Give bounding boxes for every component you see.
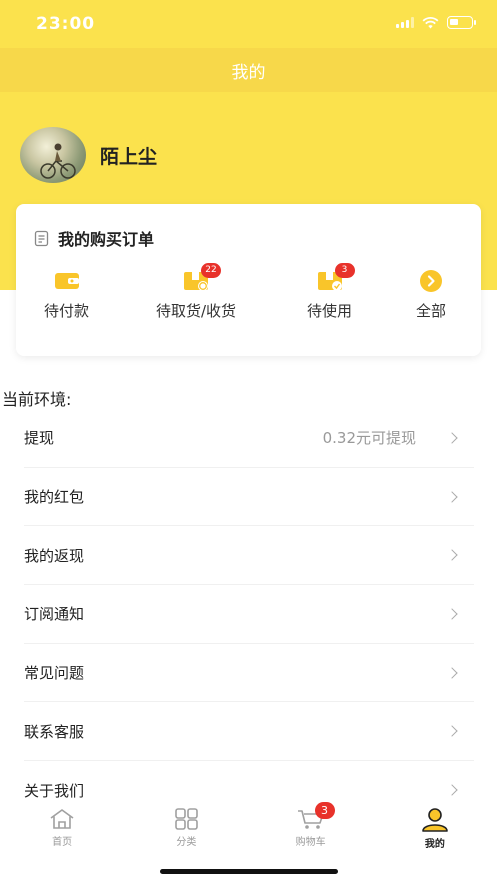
profile-header[interactable]: 陌上尘 (20, 127, 157, 183)
settings-menu: 提现 0.32元可提现 我的红包 我的返现 订阅通知 常见问题 联系客服 关于我… (24, 409, 474, 820)
battery-icon (447, 16, 476, 29)
menu-item-faq[interactable]: 常见问题 (24, 644, 474, 703)
orders-card: 我的购买订单 待付款 22 待取货/收货 3 待使用 全部 (16, 204, 481, 356)
order-pending-use-label: 待使用 (307, 302, 353, 320)
order-pending-payment[interactable]: 待付款 (44, 270, 89, 321)
pickup-count-badge: 22 (201, 263, 222, 278)
chevron-right-icon (446, 666, 458, 679)
menu-item-subscriptions[interactable]: 订阅通知 (24, 585, 474, 644)
tab-home[interactable]: 首页 (0, 804, 124, 856)
chevron-right-icon (446, 490, 458, 503)
menu-item-label: 关于我们 (24, 781, 85, 800)
signal-icon (396, 17, 414, 28)
tab-categories[interactable]: 分类 (124, 804, 248, 856)
nav-bar: 我的 (0, 48, 497, 92)
menu-item-label: 联系客服 (24, 722, 85, 741)
home-indicator (160, 869, 338, 874)
tab-bar: 首页 分类 3 购物车 我的 (0, 802, 497, 856)
wifi-icon (422, 16, 439, 28)
menu-item-label: 我的红包 (24, 488, 85, 507)
chevron-right-icon (446, 784, 458, 797)
tab-profile[interactable]: 我的 (373, 804, 497, 856)
order-pending-payment-label: 待付款 (44, 302, 90, 320)
orders-card-title: 我的购买订单 (58, 230, 155, 249)
menu-item-customer-service[interactable]: 联系客服 (24, 702, 474, 762)
order-all-label: 全部 (416, 302, 447, 320)
order-list-icon (34, 230, 49, 246)
menu-item-withdraw[interactable]: 提现 0.32元可提现 (24, 409, 474, 468)
status-bar: 23:00 (0, 0, 497, 48)
tab-categories-label: 分类 (176, 837, 197, 848)
environment-label: 当前环境: (2, 390, 72, 409)
username: 陌上尘 (100, 145, 158, 168)
user-icon (422, 808, 448, 832)
withdraw-balance: 0.32元可提现 (322, 429, 416, 448)
tab-profile-label: 我的 (424, 839, 445, 850)
orders-card-header: 我的购买订单 (34, 226, 154, 250)
status-time: 23:00 (36, 14, 96, 34)
menu-item-label: 我的返现 (24, 546, 85, 565)
order-all[interactable]: 全部 (416, 270, 446, 321)
menu-item-label: 订阅通知 (24, 605, 85, 624)
package-pickup-icon: 22 (183, 263, 222, 292)
chevron-right-icon (446, 725, 458, 737)
status-icons (396, 16, 476, 29)
tab-home-label: 首页 (52, 837, 73, 848)
arrow-right-circle-icon (418, 270, 444, 292)
use-count-badge: 3 (334, 263, 355, 278)
tab-cart[interactable]: 3 购物车 (249, 802, 373, 856)
chevron-right-icon (446, 432, 458, 444)
tab-cart-label: 购物车 (295, 837, 326, 848)
package-use-icon: 3 (317, 263, 355, 292)
menu-item-cashback[interactable]: 我的返现 (24, 526, 474, 586)
chevron-right-icon (446, 608, 458, 620)
order-pending-pickup[interactable]: 22 待取货/收货 (156, 263, 237, 321)
avatar[interactable] (20, 127, 86, 183)
grid-icon (175, 808, 199, 830)
cart-count-badge: 3 (314, 802, 335, 819)
menu-item-label: 提现 (24, 429, 55, 448)
home-icon (50, 809, 74, 829)
wallet-icon (54, 270, 80, 292)
chevron-right-icon (446, 549, 458, 561)
menu-item-red-packets[interactable]: 我的红包 (24, 468, 474, 527)
order-pending-pickup-label: 待取货/收货 (156, 302, 237, 320)
order-pending-use[interactable]: 3 待使用 (307, 263, 355, 321)
page-title: 我的 (231, 62, 266, 83)
menu-item-label: 常见问题 (24, 664, 85, 683)
